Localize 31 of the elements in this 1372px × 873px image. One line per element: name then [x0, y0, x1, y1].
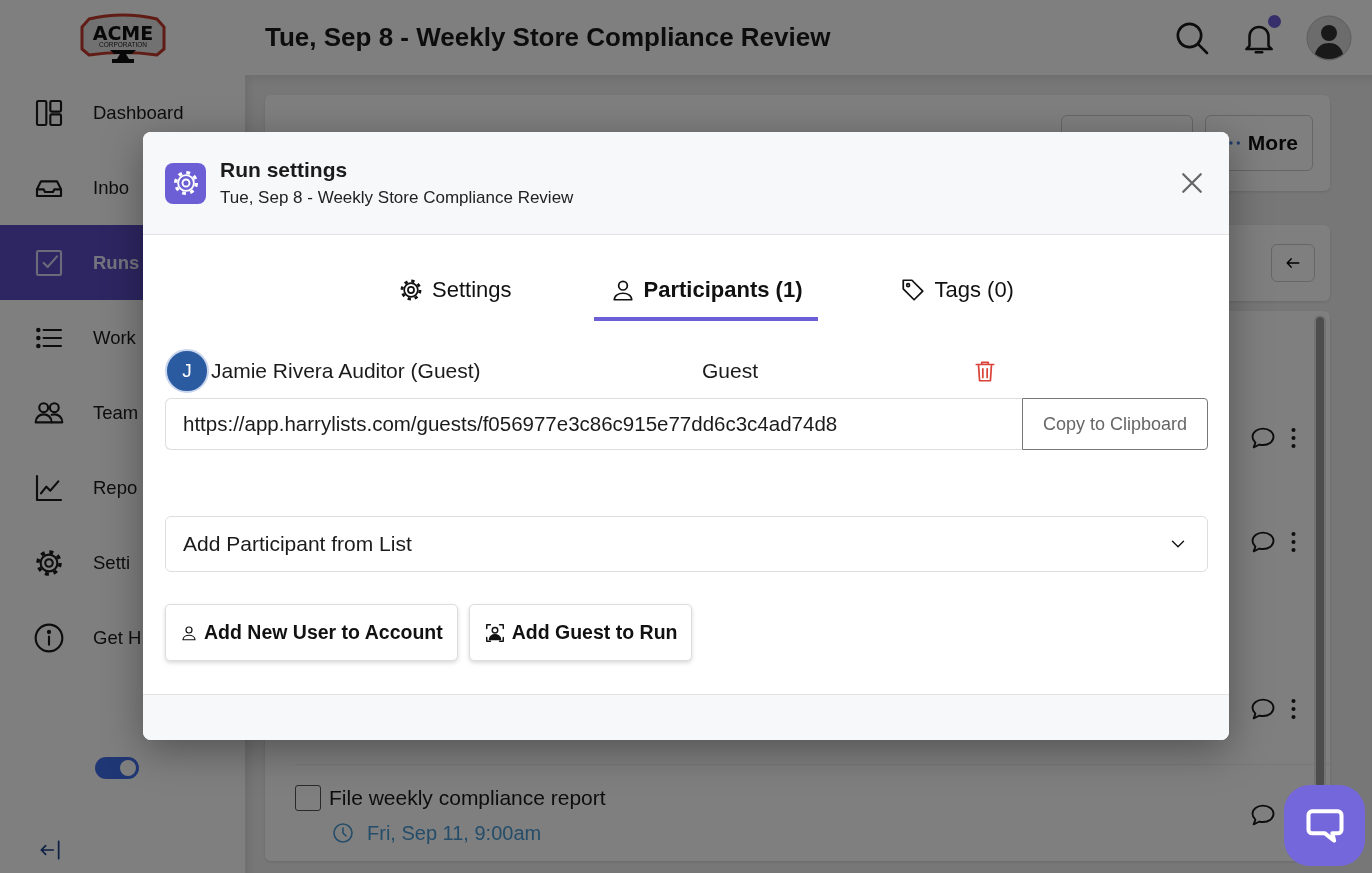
action-button[interactable]: Add New User to Account [165, 604, 458, 661]
person-icon [180, 623, 198, 642]
kebab-menu-icon[interactable] [1291, 428, 1296, 448]
copy-button[interactable]: Copy to Clipboard [1022, 398, 1208, 450]
tab[interactable]: Settings [382, 277, 528, 321]
action-button[interactable]: Add Guest to Run [468, 604, 693, 661]
avatar-icon[interactable] [1306, 14, 1352, 61]
task-title: File weekly compliance report [329, 786, 606, 810]
info-icon [33, 621, 65, 654]
due-date: Fri, Sep 11, 9:00am [367, 821, 542, 845]
participant-avatar: J [165, 349, 209, 393]
dialog-subtitle: Tue, Sep 8 - Weekly Store Compliance Review [220, 188, 575, 208]
kebab-menu-icon[interactable] [1291, 699, 1296, 719]
participant-select[interactable]: Add Participant from List [165, 516, 1208, 572]
guest-link-field[interactable]: https://app.harrylists.com/guests/f056977e3c86c915e77dd6c3c4ad74d8 [165, 398, 1022, 450]
dialog-title: Run settings [220, 158, 349, 182]
participant-role: Guest [702, 359, 760, 383]
task-checkbox[interactable] [295, 785, 321, 811]
guest-icon [483, 621, 506, 644]
chat-button[interactable] [1284, 785, 1365, 866]
settings-icon [165, 162, 206, 204]
toggle-switch[interactable] [95, 757, 139, 779]
clock-icon [331, 821, 355, 845]
tab[interactable]: Participants (1) [593, 277, 819, 321]
page-title: Tue, Sep 8 - Weekly Store Compliance Review [265, 22, 832, 53]
participant-name: Jamie Rivera Auditor (Guest) [211, 359, 482, 383]
anvil-icon [109, 49, 136, 63]
back-button[interactable] [1271, 244, 1315, 282]
trash-icon [972, 358, 998, 384]
tab[interactable]: Tags (0) [884, 277, 1030, 321]
kebab-menu-icon[interactable] [1291, 532, 1296, 552]
